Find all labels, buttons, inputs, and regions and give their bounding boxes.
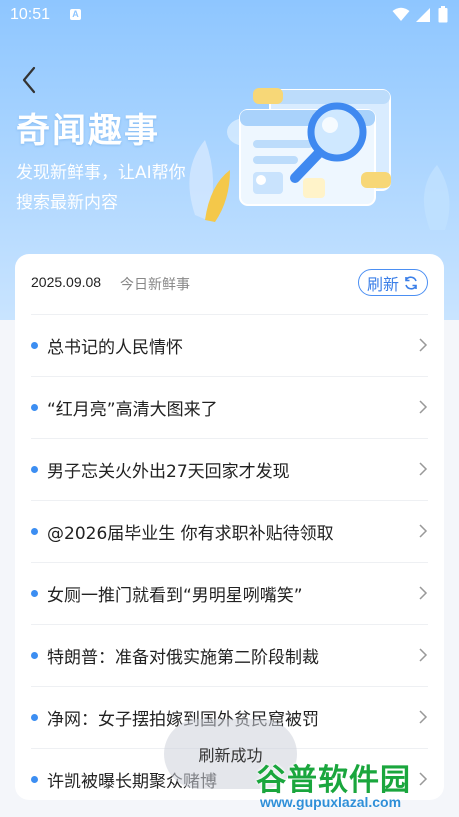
refresh-icon [405, 275, 417, 290]
bullet-dot [31, 590, 38, 597]
bullet-dot [31, 404, 38, 411]
chevron-right-icon [419, 400, 428, 414]
battery-icon [438, 6, 448, 23]
list-item[interactable]: 特朗普：准备对俄实施第二阶段制裁 [31, 625, 428, 687]
chevron-right-icon [419, 710, 428, 724]
watermark: 谷普软件园 www.gupuxlazal.com [250, 755, 459, 815]
search-illustration [189, 88, 450, 230]
list-item[interactable]: “红月亮”高清大图来了 [31, 377, 428, 439]
chevron-right-icon [419, 462, 428, 476]
news-title: “红月亮”高清大图来了 [47, 400, 218, 420]
bullet-dot [31, 714, 38, 721]
chevron-right-icon [419, 586, 428, 600]
refresh-button[interactable]: 刷新 [358, 269, 428, 296]
news-title: @2026届毕业生 你有求职补贴待领取 [47, 524, 334, 544]
notification-a-icon: A [70, 9, 81, 20]
status-bar: 10:51 A [0, 0, 459, 32]
bullet-dot [31, 776, 38, 783]
news-title: 特朗普：准备对俄实施第二阶段制裁 [47, 648, 319, 668]
wifi-icon [392, 7, 410, 21]
bullet-dot [31, 528, 38, 535]
signal-icon [416, 8, 430, 22]
bullet-dot [31, 466, 38, 473]
list-item[interactable]: @2026届毕业生 你有求职补贴待领取 [31, 501, 428, 563]
page-subtitle: 发现新鲜事，让AI帮你搜索最新内容 [16, 163, 186, 213]
watermark-url: www.gupuxlazal.com [260, 794, 402, 810]
chevron-right-icon [419, 524, 428, 538]
chevron-right-icon [419, 338, 428, 352]
status-time: 10:51 [10, 6, 51, 23]
bullet-dot [31, 342, 38, 349]
list-item[interactable]: 总书记的人民情怀 [31, 315, 428, 377]
bullet-dot [31, 652, 38, 659]
chevron-right-icon [419, 648, 428, 662]
news-title: 男子忘关火外出27天回家才发现 [47, 462, 290, 482]
list-item[interactable]: 男子忘关火外出27天回家才发现 [31, 439, 428, 501]
back-arrow-icon[interactable] [16, 64, 44, 96]
page-title: 奇闻趣事 [16, 111, 160, 151]
card-header: 2025.09.08 今日新鲜事 刷新 [31, 254, 428, 315]
news-title: 总书记的人民情怀 [47, 338, 183, 358]
refresh-label: 刷新 [366, 274, 399, 294]
news-title: 女厕一推门就看到“男明星咧嘴笑” [47, 586, 303, 606]
daily-news-label: 今日新鲜事 [120, 277, 190, 293]
watermark-title: 谷普软件园 [256, 763, 411, 798]
list-item[interactable]: 女厕一推门就看到“男明星咧嘴笑” [31, 563, 428, 625]
news-date: 2025.09.08 [31, 274, 102, 290]
